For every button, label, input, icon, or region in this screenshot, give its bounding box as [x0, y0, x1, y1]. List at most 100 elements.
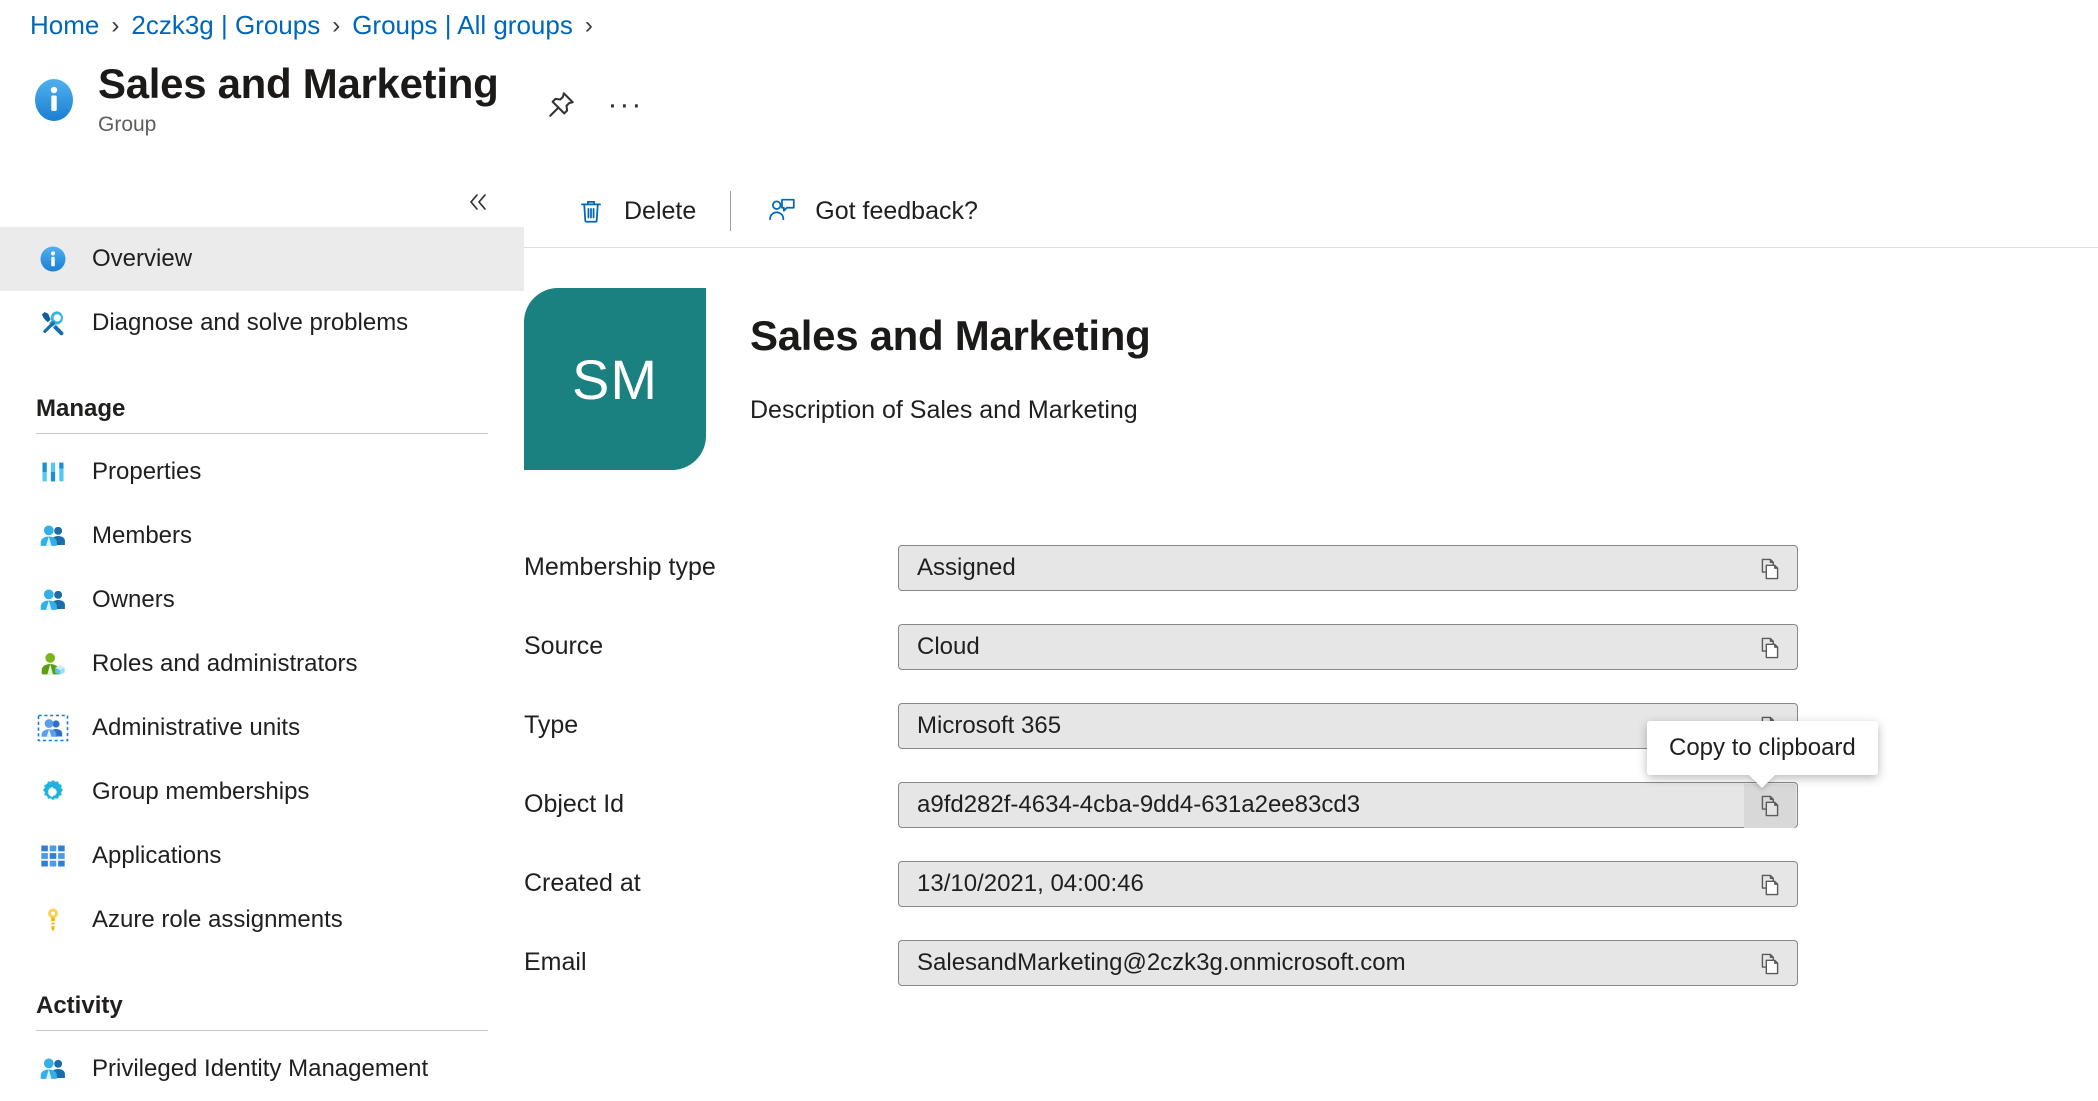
copy-to-clipboard-button[interactable] [1744, 784, 1796, 828]
command-toolbar: Delete Got feedback? [524, 175, 2098, 247]
tooltip-text: Copy to clipboard [1669, 734, 1856, 761]
sidebar-item-azure-role-assignments[interactable]: Azure role assignments [0, 888, 524, 952]
page-header: Sales and Marketing Group ··· [30, 62, 648, 137]
people-icon [36, 1052, 70, 1086]
copy-to-clipboard-button[interactable] [1744, 547, 1796, 591]
field-value-box[interactable]: a9fd282f-4634-4cba-9dd4-631a2ee83cd3 Cop… [898, 782, 1798, 828]
field-value-box[interactable]: SalesandMarketing@2czk3g.onmicrosoft.com [898, 940, 1798, 986]
sidebar-item-properties[interactable]: Properties [0, 440, 524, 504]
main-content: Delete Got feedback? SM Sales and Market… [524, 175, 2098, 1084]
tooltip-arrow [1748, 774, 1776, 788]
sidebar-item-label: Members [92, 522, 192, 550]
got-feedback-button[interactable]: Got feedback? [755, 187, 988, 235]
sidebar-item-label: Properties [92, 458, 201, 486]
sidebar-item-privileged-identity-management[interactable]: Privileged Identity Management [0, 1037, 524, 1101]
field-label: Type [524, 711, 898, 740]
field-row-email: Email SalesandMarketing@2czk3g.onmicroso… [524, 923, 2098, 1002]
grid-apps-icon [36, 839, 70, 873]
people-icon [36, 583, 70, 617]
key-icon [36, 903, 70, 937]
field-label: Email [524, 948, 898, 977]
got-feedback-label: Got feedback? [815, 197, 978, 226]
sidebar-item-members[interactable]: Members [0, 504, 524, 568]
properties-bars-icon [36, 455, 70, 489]
gear-icon [36, 775, 70, 809]
sidebar-item-label: Azure role assignments [92, 906, 343, 934]
copy-to-clipboard-button[interactable] [1744, 626, 1796, 670]
group-description: Description of Sales and Marketing [750, 396, 1150, 425]
field-label: Source [524, 632, 898, 661]
copy-to-clipboard-button[interactable] [1744, 863, 1796, 907]
avatar-initials: SM [572, 347, 658, 412]
tools-icon [36, 306, 70, 340]
people-icon [36, 519, 70, 553]
feedback-person-icon [765, 194, 799, 228]
page-subtitle: Group [98, 113, 498, 137]
trash-icon [574, 194, 608, 228]
field-label: Membership type [524, 553, 898, 582]
field-value-box[interactable]: Assigned [898, 545, 1798, 591]
group-header: SM Sales and Marketing Description of Sa… [524, 248, 2098, 470]
properties-list: Membership type Assigned Source [524, 528, 2098, 1002]
copy-to-clipboard-tooltip: Copy to clipboard [1647, 721, 1878, 775]
breadcrumb-item-all-groups[interactable]: Groups | All groups [352, 10, 573, 41]
sidebar-item-label: Group memberships [92, 778, 309, 806]
more-options-button[interactable]: ··· [602, 82, 648, 128]
field-value: Microsoft 365 [899, 712, 1061, 740]
breadcrumb: Home › 2czk3g | Groups › Groups | All gr… [30, 10, 605, 41]
page-title: Sales and Marketing [98, 62, 498, 107]
sidebar-item-roles-and-administrators[interactable]: Roles and administrators [0, 632, 524, 696]
field-row-membership-type: Membership type Assigned [524, 528, 2098, 607]
administrative-units-icon [36, 711, 70, 745]
info-icon [36, 242, 70, 276]
delete-label: Delete [624, 197, 696, 226]
delete-button[interactable]: Delete [564, 187, 706, 235]
field-row-object-id: Object Id a9fd282f-4634-4cba-9dd4-631a2e… [524, 765, 2098, 844]
field-value: 13/10/2021, 04:00:46 [899, 870, 1144, 898]
field-row-created-at: Created at 13/10/2021, 04:00:46 [524, 844, 2098, 923]
breadcrumb-separator: › [332, 14, 340, 38]
sidebar-item-label: Administrative units [92, 714, 300, 742]
sidebar-item-label: Applications [92, 842, 221, 870]
field-label: Object Id [524, 790, 898, 819]
field-value-box[interactable]: Cloud [898, 624, 1798, 670]
copy-to-clipboard-button[interactable] [1744, 942, 1796, 986]
sidebar-item-label: Roles and administrators [92, 650, 357, 678]
sidebar-nav: Overview Diagnose and solve problems Man… [0, 227, 524, 1101]
field-row-source: Source Cloud [524, 607, 2098, 686]
breadcrumb-separator: › [111, 14, 119, 38]
field-value: a9fd282f-4634-4cba-9dd4-631a2ee83cd3 [899, 791, 1360, 819]
group-name: Sales and Marketing [750, 312, 1150, 360]
sidebar-item-diagnose-and-solve-problems[interactable]: Diagnose and solve problems [0, 291, 524, 355]
sidebar-item-group-memberships[interactable]: Group memberships [0, 760, 524, 824]
avatar: SM [524, 288, 706, 470]
sidebar-section-manage: Manage [0, 395, 524, 423]
spacer [0, 952, 524, 978]
field-value: Assigned [899, 554, 1016, 582]
sidebar-item-owners[interactable]: Owners [0, 568, 524, 632]
sidebar-item-label: Owners [92, 586, 175, 614]
sidebar-item-administrative-units[interactable]: Administrative units [0, 696, 524, 760]
sidebar: Overview Diagnose and solve problems Man… [0, 175, 524, 1084]
toolbar-divider [730, 191, 731, 231]
sidebar-item-label: Diagnose and solve problems [92, 309, 408, 337]
field-value: Cloud [899, 633, 980, 661]
field-value-box[interactable]: 13/10/2021, 04:00:46 [898, 861, 1798, 907]
info-icon [30, 76, 78, 129]
sidebar-item-label: Privileged Identity Management [92, 1055, 428, 1083]
breadcrumb-item-groups[interactable]: 2czk3g | Groups [131, 10, 320, 41]
pin-icon[interactable] [538, 82, 584, 128]
double-chevron-left-icon[interactable] [460, 185, 496, 219]
sidebar-section-activity: Activity [0, 992, 524, 1020]
field-label: Created at [524, 869, 898, 898]
person-role-icon [36, 647, 70, 681]
spacer [0, 355, 524, 381]
sidebar-item-label: Overview [92, 245, 192, 273]
sidebar-item-applications[interactable]: Applications [0, 824, 524, 888]
field-value: SalesandMarketing@2czk3g.onmicrosoft.com [899, 949, 1406, 977]
divider [36, 433, 488, 434]
breadcrumb-separator: › [585, 14, 593, 38]
divider [36, 1030, 488, 1031]
breadcrumb-item-home[interactable]: Home [30, 10, 99, 41]
sidebar-item-overview[interactable]: Overview [0, 227, 524, 291]
